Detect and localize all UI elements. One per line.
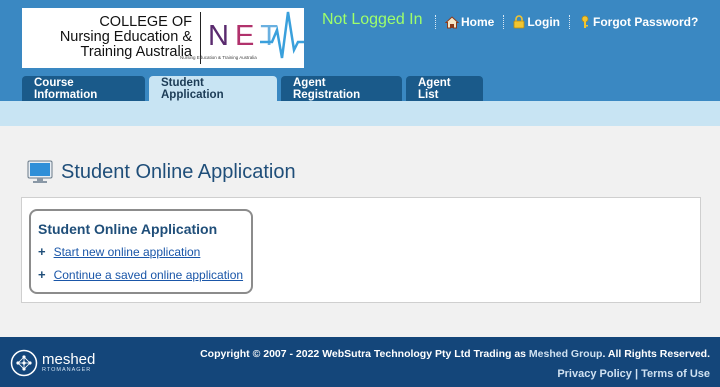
card-title: Student Online Application xyxy=(38,221,218,237)
page-title: Student Online Application xyxy=(61,160,296,183)
copyright-prefix: Copyright © 2007 - 2022 WebSutra Technol… xyxy=(200,348,529,360)
login-status: Not Logged In xyxy=(322,11,423,28)
link-separator xyxy=(435,15,436,29)
continue-saved-application-link[interactable]: + Continue a saved online application xyxy=(38,267,243,282)
logo-college-name: COLLEGE OF Nursing Education & Training … xyxy=(32,15,192,60)
copyright-suffix: . All Rights Reserved. xyxy=(602,348,710,360)
link-separator xyxy=(503,15,505,29)
copyright-brand: Meshed Group xyxy=(528,348,603,360)
top-links: Home Login Forgot Password? xyxy=(426,14,698,30)
tab-agent-registration[interactable]: Agent Registration xyxy=(281,76,402,101)
lock-icon xyxy=(513,15,525,29)
start-new-application-link[interactable]: + Start new online application xyxy=(38,244,200,259)
terms-of-use-link[interactable]: Terms of Use xyxy=(641,368,710,380)
logo-line: Nursing Education & xyxy=(59,29,192,45)
tab-student-application[interactable]: Student Application xyxy=(149,76,277,101)
content-panel: Student Online Application + Start new o… xyxy=(21,197,701,303)
sub-navigation-bar xyxy=(0,101,720,126)
home-link[interactable]: Home xyxy=(445,15,494,29)
monitor-icon xyxy=(27,160,53,183)
meshed-logo[interactable]: meshed RTOMANAGER xyxy=(10,349,95,377)
college-logo[interactable]: COLLEGE OF Nursing Education & Training … xyxy=(22,8,304,68)
logo-line: Training Australia xyxy=(80,44,193,60)
logo-line: COLLEGE OF xyxy=(99,14,192,30)
forgot-password-link-label: Forgot Password? xyxy=(593,15,699,29)
key-icon xyxy=(581,15,589,28)
copyright-text: Copyright © 2007 - 2022 WebSutra Technol… xyxy=(200,348,710,360)
plus-icon: + xyxy=(38,244,46,259)
footer-links: Privacy Policy | Terms of Use xyxy=(557,368,710,380)
brand-name: meshed xyxy=(42,351,96,368)
home-link-label: Home xyxy=(461,15,495,29)
continue-saved-application-label: Continue a saved online application xyxy=(53,267,244,282)
tab-agent-list[interactable]: Agent List xyxy=(406,76,483,101)
forgot-password-link[interactable]: Forgot Password? xyxy=(579,15,698,29)
tab-course-information[interactable]: Course Information xyxy=(22,76,145,101)
main-tabs: Course Information Student Application A… xyxy=(22,76,487,101)
home-icon xyxy=(445,15,459,28)
footer-link-separator: | xyxy=(634,368,639,380)
application-card: Student Online Application + Start new o… xyxy=(29,209,253,294)
brand-subtitle: RTOMANAGER xyxy=(42,367,92,373)
meshed-logo-icon xyxy=(10,349,38,377)
page-title-row: Student Online Application xyxy=(27,160,296,184)
login-link[interactable]: Login xyxy=(513,15,560,29)
link-separator xyxy=(569,15,570,29)
footer: meshed RTOMANAGER Copyright © 2007 - 202… xyxy=(0,337,720,387)
start-new-application-label: Start new online application xyxy=(53,244,201,259)
meshed-brand: meshed RTOMANAGER xyxy=(42,351,96,373)
login-link-label: Login xyxy=(527,15,560,29)
privacy-policy-link[interactable]: Privacy Policy xyxy=(557,368,632,380)
header: COLLEGE OF Nursing Education & Training … xyxy=(0,0,720,101)
net-logo-subtitle: Nursing Education & Training Australia xyxy=(180,55,257,60)
plus-icon: + xyxy=(38,267,46,282)
